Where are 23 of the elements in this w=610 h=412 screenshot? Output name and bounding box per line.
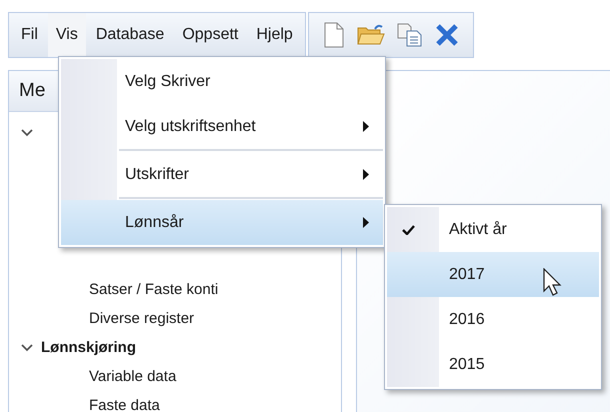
menu-item[interactable]: 2017 [387, 252, 599, 297]
chevron-down-icon[interactable] [21, 128, 33, 136]
menu-title[interactable]: Fil [13, 13, 46, 57]
menu-item[interactable]: Lønnsår [61, 200, 383, 245]
tree-item[interactable]: Variable data [89, 368, 176, 385]
mouse-cursor-icon [543, 268, 563, 296]
tree-item[interactable]: Faste data [89, 397, 160, 412]
tree-item[interactable]: Satser / Faste konti [89, 281, 218, 298]
menu-item[interactable]: Aktivt år [387, 207, 599, 252]
copy-icon[interactable] [396, 23, 423, 47]
menu-item[interactable]: Utskrifter [61, 152, 383, 197]
close-icon[interactable] [434, 23, 459, 47]
menu-item[interactable]: 2015 [387, 342, 599, 387]
menu-title[interactable]: Oppsett [174, 13, 246, 57]
menu-title[interactable]: Vis [48, 13, 86, 57]
folder-icon[interactable] [356, 23, 385, 47]
menu-title[interactable]: Hjelp [248, 13, 301, 57]
menu-title[interactable]: Database [88, 13, 172, 57]
tree-group[interactable]: Lønnskjøring [41, 339, 136, 356]
chevron-down-icon[interactable] [21, 344, 33, 352]
blank-page-icon[interactable] [322, 22, 345, 48]
tree-item[interactable]: Diverse register [89, 310, 194, 327]
menu-item[interactable]: 2016 [387, 297, 599, 342]
